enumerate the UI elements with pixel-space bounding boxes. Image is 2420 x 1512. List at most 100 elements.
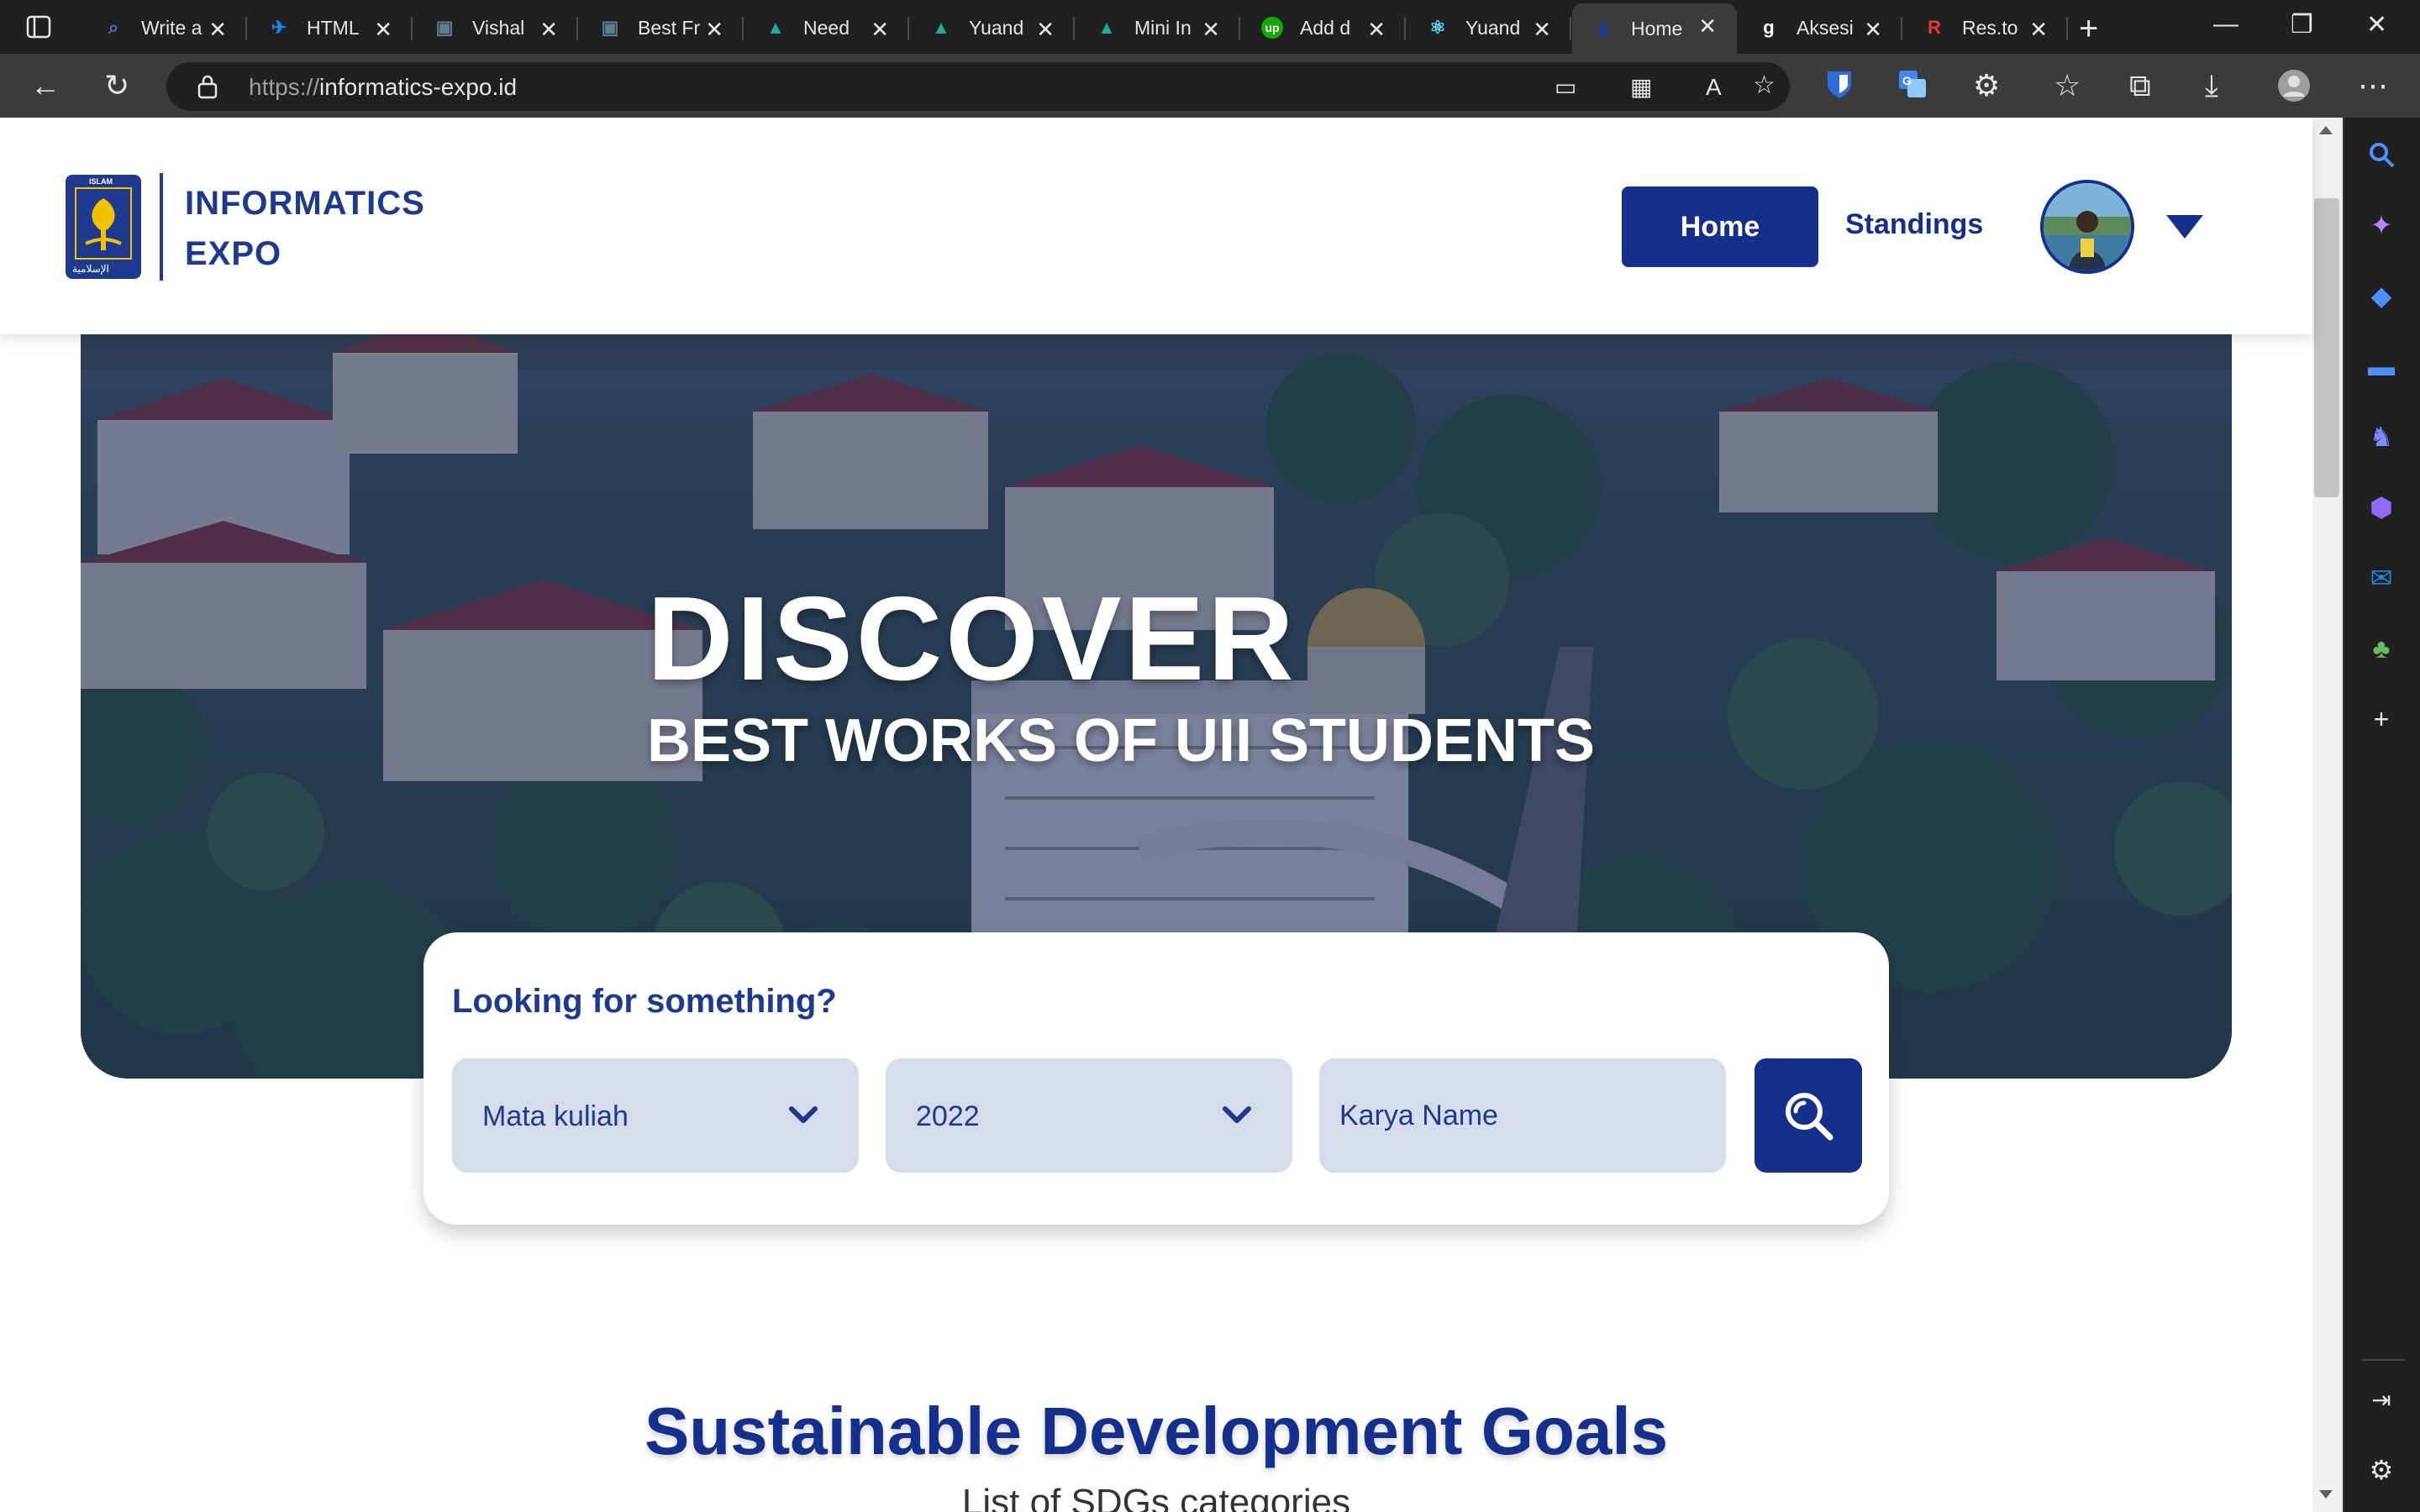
extensions-icon[interactable]: ⚙: [1973, 71, 2000, 101]
nav-standings-link[interactable]: Standings: [1845, 208, 1983, 241]
copilot-icon[interactable]: ✦: [2365, 208, 2398, 242]
image-thumb-icon: ▣: [435, 17, 454, 38]
restore-button[interactable]: ❐: [2291, 10, 2313, 39]
qr-icon[interactable]: ▦: [1630, 72, 1652, 102]
tab-title: Aksesi: [1797, 16, 1854, 39]
search-icon: ⌕: [108, 17, 119, 38]
uii-emblem-icon: ISLAM ﺍﻹﺳﻼﻣﻴﺔ: [66, 175, 141, 279]
svg-text:ﺍﻹﺳﻼﻣﻴﺔ: ﺍﻹﺳﻼﻣﻴﺔ: [72, 263, 109, 276]
bird-icon: ✈: [271, 17, 287, 38]
search-icon[interactable]: [2365, 138, 2398, 171]
tree-icon[interactable]: ♣: [2365, 632, 2398, 665]
browser-tab[interactable]: R Res.to ✕: [1903, 7, 2068, 49]
scroll-down-arrow-icon[interactable]: [2319, 1490, 2333, 1499]
tab-title: Best Fr: [638, 16, 701, 39]
tab-actions-icon[interactable]: [25, 13, 52, 40]
browser-tab-bar: ⌕ Write a ✕ ✈ HTML ✕ ▣ Vishal ✕ ▣ Best Fr ✕ ▲ Need ✕ ▲ Y…: [0, 0, 2420, 54]
hero-title: DISCOVER: [647, 572, 1297, 706]
account-dropdown-caret-icon[interactable]: [2166, 215, 2203, 239]
tab-close-icon[interactable]: ✕: [1036, 17, 1055, 43]
minimize-button[interactable]: —: [2213, 10, 2238, 39]
tab-separator: [1073, 17, 1075, 40]
image-thumb-icon: ▣: [601, 17, 619, 38]
tab-separator: [245, 17, 247, 40]
tab-close-icon[interactable]: ✕: [2029, 17, 2048, 43]
uii-logo[interactable]: ISLAM ﺍﻹﺳﻼﻣﻴﺔ: [64, 173, 143, 281]
tab-title: Vishal: [472, 16, 525, 39]
hero-subtitle: BEST WORKS OF UII STUDENTS: [647, 707, 1596, 774]
tab-close-icon[interactable]: ✕: [539, 17, 558, 43]
shopping-icon[interactable]: ◆: [2365, 279, 2398, 312]
tab-close-icon[interactable]: ✕: [374, 17, 392, 43]
browser-tab[interactable]: g Aksesi ✕: [1738, 7, 1902, 49]
brand-name[interactable]: INFORMATICS EXPO: [185, 178, 425, 279]
outlook-icon[interactable]: ✉: [2365, 561, 2398, 595]
bitwarden-icon[interactable]: [1825, 69, 1854, 106]
g-icon: g: [1763, 17, 1775, 38]
tab-separator: [1901, 17, 1902, 40]
browser-tab[interactable]: ▣ Best Fr ✕: [579, 7, 744, 49]
collections-icon[interactable]: ⧉: [2129, 71, 2151, 101]
tab-title: Need: [803, 16, 850, 39]
search-submit-button[interactable]: [1754, 1058, 1862, 1173]
translate-icon[interactable]: G: [1897, 69, 1928, 104]
tools-icon[interactable]: ▬: [2365, 349, 2398, 383]
downloads-icon[interactable]: ⤓: [2205, 71, 2218, 101]
avatar-photo: [2044, 183, 2131, 270]
profile-icon[interactable]: [2277, 69, 2311, 108]
nav-home-button[interactable]: Home: [1622, 186, 1818, 267]
app-available-icon[interactable]: ▭: [1555, 72, 1576, 102]
user-avatar[interactable]: [2040, 180, 2134, 274]
browser-tab[interactable]: ▮ Home ✕: [1572, 3, 1737, 54]
url-host: informatics-expo.id: [319, 74, 518, 100]
window-close-button[interactable]: ✕: [2366, 10, 2387, 39]
tab-close-icon[interactable]: ✕: [1202, 17, 1220, 43]
lock-icon[interactable]: [197, 74, 218, 99]
tab-close-icon[interactable]: ✕: [208, 17, 227, 43]
address-bar[interactable]: https://informatics-expo.id ▭ ▦ A ☆: [166, 62, 1790, 111]
karya-name-input[interactable]: [1319, 1058, 1726, 1173]
tab-close-icon[interactable]: ✕: [871, 17, 889, 43]
add-favorite-icon[interactable]: ☆: [1753, 71, 1776, 101]
hide-sidebar-icon[interactable]: ⇥: [2365, 1383, 2398, 1416]
uii-icon: ▮: [1597, 18, 1609, 39]
browser-tab[interactable]: ✈ HTML ✕: [248, 7, 413, 49]
tab-separator: [576, 17, 578, 40]
games-icon[interactable]: ♞: [2365, 420, 2398, 454]
browser-tab[interactable]: ▲ Need ✕: [744, 7, 909, 49]
favorites-icon[interactable]: ☆: [2054, 71, 2081, 101]
scroll-up-arrow-icon[interactable]: [2319, 126, 2333, 134]
tab-close-icon[interactable]: ✕: [1698, 13, 1717, 39]
scrollbar-thumb[interactable]: [2314, 198, 2339, 497]
tab-close-icon[interactable]: ✕: [1367, 17, 1386, 43]
logo-text-top: ISLAM: [89, 177, 113, 186]
read-aloud-icon[interactable]: A: [1706, 72, 1722, 102]
tab-close-icon[interactable]: ✕: [1864, 17, 1882, 43]
settings-gear-icon[interactable]: ⚙: [2365, 1453, 2398, 1487]
url-text: https://informatics-expo.id: [249, 74, 517, 101]
back-icon[interactable]: ←: [30, 71, 60, 101]
office-icon[interactable]: ⬢: [2365, 491, 2398, 524]
new-tab-button[interactable]: +: [2079, 10, 2098, 48]
course-select[interactable]: Mata kuliah: [452, 1058, 859, 1173]
browser-tab[interactable]: ⌕ Write a ✕: [82, 7, 247, 49]
mountain-icon: ▲: [766, 17, 785, 38]
browser-tab[interactable]: ▲ Mini In ✕: [1076, 7, 1240, 49]
brand-line-2: EXPO: [185, 235, 282, 272]
add-sidebar-icon[interactable]: +: [2365, 702, 2398, 736]
browser-tab[interactable]: ▲ Yuand ✕: [910, 7, 1075, 49]
tab-separator: [2066, 17, 2068, 40]
refresh-icon[interactable]: ↻: [104, 71, 129, 101]
more-menu-icon[interactable]: ⋯: [2358, 71, 2388, 101]
tab-close-icon[interactable]: ✕: [705, 17, 723, 43]
tab-separator: [1570, 17, 1571, 40]
mountain-icon: ▲: [1097, 17, 1116, 38]
sdg-section-subtitle: List of SDGs categories: [961, 1482, 1351, 1512]
year-select[interactable]: 2022: [886, 1058, 1292, 1173]
browser-tab[interactable]: up Add d ✕: [1241, 7, 1406, 49]
tab-close-icon[interactable]: ✕: [1533, 17, 1551, 43]
tab-separator: [411, 17, 413, 40]
browser-tab[interactable]: ⚛ Yuand ✕: [1407, 7, 1571, 49]
tab-title: HTML: [307, 16, 360, 39]
browser-tab[interactable]: ▣ Vishal ✕: [413, 7, 578, 49]
